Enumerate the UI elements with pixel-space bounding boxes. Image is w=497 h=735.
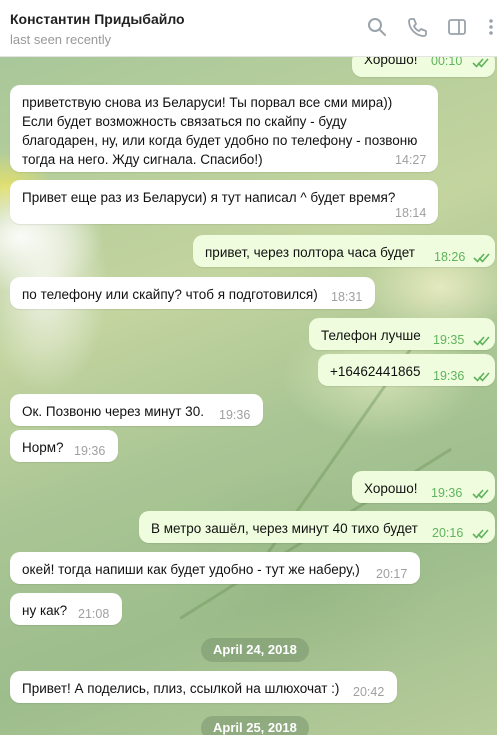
last-seen-status: last seen recently — [10, 32, 112, 47]
more-options-icon[interactable] — [480, 16, 497, 38]
contact-name[interactable]: Константин Придыбайло — [10, 11, 185, 27]
message-time: 20:17 — [376, 567, 408, 581]
message-time: 19:36 — [433, 369, 465, 383]
message-text: Хорошо! — [364, 57, 418, 67]
message-bubble[interactable]: Хорошо! 00:10 — [352, 57, 495, 77]
date-separator: April 24, 2018 — [201, 638, 309, 662]
message-time: 14:27 — [395, 153, 427, 167]
phone-icon[interactable] — [406, 16, 428, 38]
message-text: Привет еще раз из Беларуси) я тут написа… — [22, 190, 396, 205]
message-bubble[interactable]: привет, через полтора часа будет 18:26 — [193, 235, 495, 267]
message-bubble[interactable]: окей! тогда напиши как будет удобно - ту… — [10, 552, 420, 584]
message-bubble[interactable]: +16462441865 19:36 — [318, 354, 495, 386]
message-time: 19:35 — [433, 333, 465, 347]
message-text: ну как? — [22, 603, 68, 618]
search-icon[interactable] — [366, 16, 388, 38]
message-bubble[interactable]: Ок. Позвоню через минут 30. 19:36 — [10, 394, 263, 426]
message-bubble[interactable]: ну как? 21:08 — [10, 593, 122, 625]
message-bubble[interactable]: Норм? 19:36 — [10, 430, 118, 462]
sidebar-toggle-icon[interactable] — [446, 16, 468, 38]
message-text: Норм? — [22, 440, 64, 455]
message-time: 19:36 — [219, 408, 251, 422]
double-check-icon — [473, 369, 491, 382]
message-text: Телефон лучше — [321, 328, 421, 343]
message-time: 19:36 — [74, 444, 106, 458]
message-time: 00:10 — [431, 57, 463, 68]
message-bubble[interactable]: Хорошо! 19:36 — [352, 471, 495, 503]
message-bubble[interactable]: приветствую снова из Беларуси! Ты порвал… — [10, 85, 438, 172]
message-bubble[interactable]: Телефон лучше 19:35 — [309, 318, 495, 350]
message-time: 18:31 — [331, 290, 363, 304]
message-bubble[interactable]: Привет еще раз из Беларуси) я тут написа… — [10, 180, 438, 224]
message-time: 21:08 — [78, 607, 110, 621]
double-check-icon — [472, 526, 490, 539]
message-time: 19:36 — [431, 486, 463, 500]
message-text: по телефону или скайпу? чтоб я подготови… — [22, 287, 318, 302]
message-text: приветствую снова из Беларуси! Ты порвал… — [22, 95, 418, 167]
message-text: +16462441865 — [330, 364, 421, 379]
message-text: Хорошо! — [364, 481, 418, 496]
double-check-icon — [473, 333, 491, 346]
message-bubble[interactable]: Привет! А поделись, плиз, ссылкой на шлю… — [10, 671, 397, 703]
double-check-icon — [472, 57, 490, 68]
message-time: 18:14 — [395, 206, 427, 220]
message-text: окей! тогда напиши как будет удобно - ту… — [22, 562, 360, 577]
chat-header: Константин Придыбайло last seen recently — [0, 0, 497, 57]
message-time: 18:26 — [434, 250, 466, 264]
message-text: Ок. Позвоню через минут 30. — [22, 404, 204, 419]
double-check-icon — [473, 250, 491, 263]
message-bubble[interactable]: В метро зашёл, через минут 40 тихо будет… — [139, 511, 495, 543]
message-text: В метро зашёл, через минут 40 тихо будет — [151, 521, 418, 536]
message-time: 20:16 — [432, 526, 464, 540]
message-text: Привет! А поделись, плиз, ссылкой на шлю… — [22, 681, 340, 696]
message-text: привет, через полтора часа будет — [205, 245, 415, 260]
date-separator: April 25, 2018 — [201, 716, 309, 735]
message-bubble[interactable]: по телефону или скайпу? чтоб я подготови… — [10, 277, 375, 309]
double-check-icon — [472, 486, 490, 499]
message-time: 20:42 — [353, 685, 385, 699]
chat-history[interactable]: Хорошо! 00:10 приветствую снова из Белар… — [0, 57, 497, 735]
